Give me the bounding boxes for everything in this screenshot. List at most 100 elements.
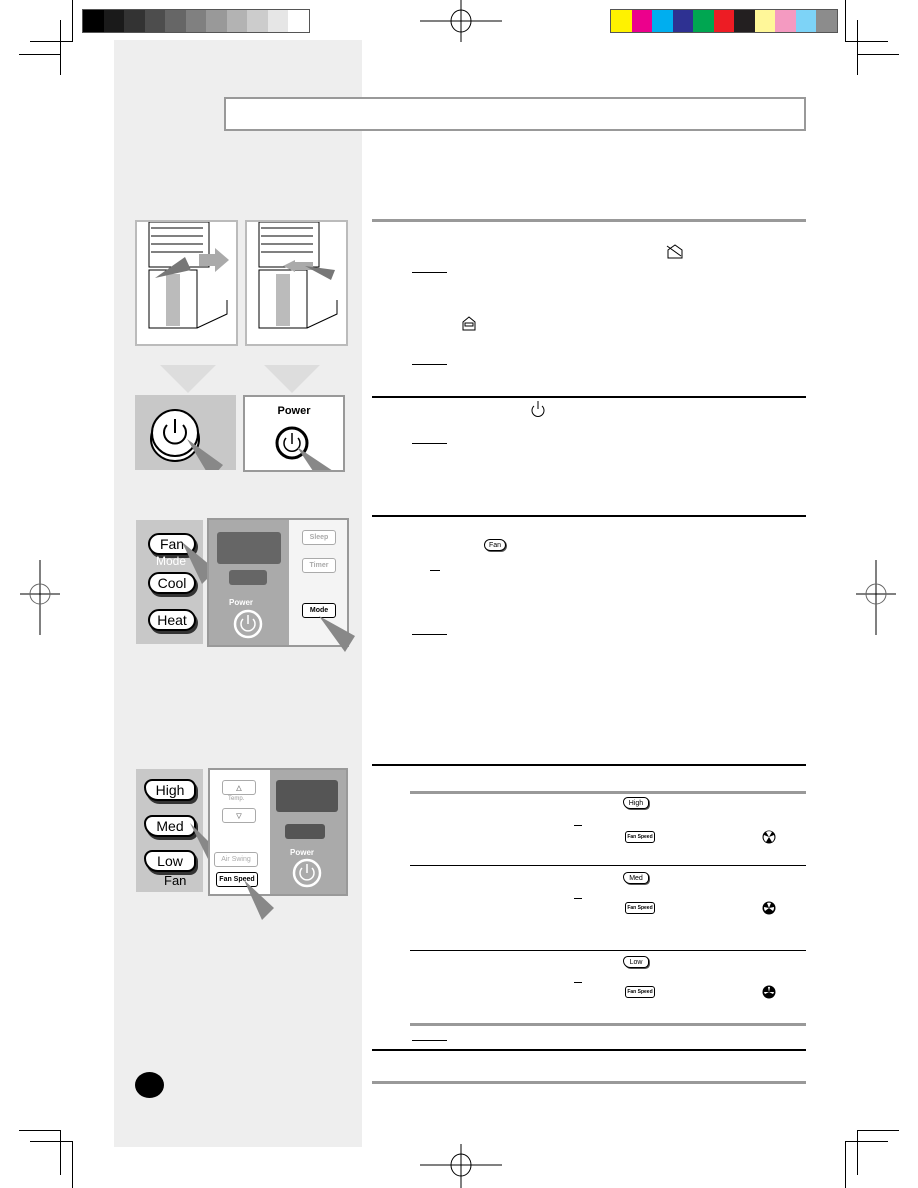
med-button-icon: Med bbox=[623, 872, 649, 884]
crop-mark bbox=[30, 1141, 73, 1142]
calibration-swatch bbox=[165, 10, 186, 32]
high-button-icon: High bbox=[623, 797, 649, 809]
calibration-swatch bbox=[713, 10, 734, 32]
note-underline bbox=[430, 570, 440, 571]
calibration-swatch bbox=[775, 10, 796, 32]
row-underline bbox=[574, 982, 582, 983]
crop-mark bbox=[19, 1130, 61, 1131]
remote-high-button: High bbox=[144, 779, 196, 801]
section-divider bbox=[372, 396, 806, 398]
pointer-arrow-icon bbox=[319, 616, 355, 652]
registration-mark bbox=[20, 560, 60, 635]
crop-mark bbox=[845, 0, 846, 42]
panel-power-label: Power bbox=[229, 598, 254, 607]
crop-mark bbox=[857, 1130, 858, 1175]
calibration-swatch bbox=[611, 10, 632, 32]
house-icon bbox=[462, 316, 476, 331]
power-symbol-icon bbox=[531, 401, 545, 417]
section-divider bbox=[372, 219, 806, 222]
calibration-swatch bbox=[103, 10, 124, 32]
grayscale-calibration-bar bbox=[82, 9, 310, 33]
table-row-rule bbox=[410, 950, 806, 951]
note-underline bbox=[412, 364, 447, 365]
table-row-rule bbox=[410, 865, 806, 866]
crop-mark bbox=[72, 1141, 73, 1188]
down-arrow-icon bbox=[160, 365, 216, 393]
calibration-swatch bbox=[124, 10, 145, 32]
crop-mark bbox=[845, 41, 888, 42]
note-underline bbox=[412, 1040, 447, 1041]
fan-high-icon bbox=[762, 830, 776, 844]
temp-up-button: △ bbox=[222, 780, 256, 795]
remote-low-button: Low bbox=[144, 850, 196, 872]
low-button-icon: Low bbox=[623, 956, 649, 968]
calibration-swatch bbox=[206, 10, 227, 32]
remote-fan-buttons: High Med Low Fan bbox=[136, 769, 220, 892]
note-underline bbox=[412, 272, 447, 273]
section-divider bbox=[372, 1081, 806, 1084]
note-underline bbox=[412, 443, 447, 444]
power-button-icon bbox=[275, 426, 332, 470]
crop-mark bbox=[857, 54, 899, 55]
calibration-swatch bbox=[672, 10, 693, 32]
timer-button: Timer bbox=[302, 558, 336, 573]
section-title-box bbox=[224, 97, 806, 131]
fan-speed-button-icon: Fan Speed bbox=[625, 902, 655, 914]
remote-med-button: Med bbox=[144, 815, 196, 837]
calibration-swatch bbox=[734, 10, 755, 32]
sleep-button: Sleep bbox=[302, 530, 336, 545]
calibration-swatch bbox=[144, 10, 165, 32]
crop-mark bbox=[30, 41, 73, 42]
air-swing-button: Air Swing bbox=[214, 852, 258, 867]
crop-mark bbox=[857, 1130, 899, 1131]
panel-power-label: Power bbox=[290, 848, 315, 857]
table-bottom-rule bbox=[410, 1023, 806, 1026]
row-underline bbox=[574, 898, 582, 899]
fan-group-label: Fan bbox=[164, 873, 187, 888]
calibration-swatch bbox=[247, 10, 268, 32]
registration-mark bbox=[856, 560, 896, 635]
crop-mark bbox=[60, 20, 61, 75]
fan-low-icon bbox=[762, 985, 776, 999]
display-window bbox=[217, 532, 281, 564]
section-divider bbox=[372, 1049, 806, 1051]
registration-mark bbox=[420, 1144, 502, 1188]
table-top-rule bbox=[410, 791, 806, 794]
calibration-swatch bbox=[795, 10, 816, 32]
calibration-swatch bbox=[754, 10, 775, 32]
crop-mark bbox=[60, 1130, 61, 1175]
fan-button-icon: Fan bbox=[484, 539, 506, 551]
note-underline bbox=[412, 634, 447, 635]
fan-med-icon bbox=[762, 901, 776, 915]
calibration-swatch bbox=[816, 10, 837, 32]
power-button-icon bbox=[233, 609, 263, 639]
crop-mark bbox=[19, 54, 61, 55]
remote-mode-buttons: Fan Mode Cool Heat bbox=[136, 520, 216, 644]
temp-label: Temp. bbox=[228, 796, 245, 802]
display-secondary bbox=[229, 570, 267, 585]
fan-speed-button-icon: Fan Speed bbox=[625, 831, 655, 843]
section-divider bbox=[372, 515, 806, 517]
fan-speed-button-icon: Fan Speed bbox=[625, 986, 655, 998]
down-arrow-icon bbox=[264, 365, 320, 393]
crop-mark bbox=[845, 1141, 846, 1188]
calibration-swatch bbox=[267, 10, 288, 32]
power-button-icon bbox=[150, 409, 223, 479]
calibration-swatch bbox=[693, 10, 714, 32]
calibration-swatch bbox=[652, 10, 673, 32]
remote-power-illustration bbox=[135, 395, 236, 479]
panel-power-illustration: Power bbox=[243, 395, 345, 472]
unit-illustration-left bbox=[135, 220, 238, 346]
air-conditioner-unit-drawing bbox=[258, 221, 338, 329]
temp-down-button: ▽ bbox=[222, 808, 256, 823]
row-underline bbox=[574, 825, 582, 826]
crop-mark bbox=[857, 20, 858, 75]
unit-illustration-right bbox=[245, 220, 348, 346]
panel-fan-illustration: △ Temp. ▽ Air Swing Fan Speed Power bbox=[208, 768, 348, 896]
pointer-arrow-icon bbox=[244, 880, 274, 920]
crop-mark bbox=[845, 1141, 888, 1142]
calibration-swatch bbox=[631, 10, 652, 32]
registration-mark bbox=[420, 0, 502, 42]
crop-mark bbox=[72, 0, 73, 42]
remote-heat-button: Heat bbox=[148, 609, 196, 631]
